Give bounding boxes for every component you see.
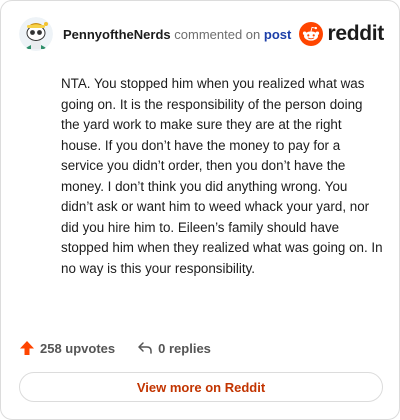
reddit-logo-icon: [299, 22, 324, 46]
post-link[interactable]: post: [264, 27, 291, 42]
comment-header: PennyoftheNerds commented on post reddit: [19, 15, 384, 53]
action-text: commented on: [174, 26, 261, 42]
snoo-avatar-icon: [19, 17, 53, 51]
reply-button[interactable]: 0 replies: [137, 340, 211, 356]
reddit-brand[interactable]: reddit: [299, 22, 384, 46]
upvote-count: 258 upvotes: [40, 340, 116, 356]
brand-wordmark: reddit: [327, 22, 384, 45]
upvote-arrow-icon: [20, 341, 34, 355]
comment-embed-card: PennyoftheNerds commented on post reddit…: [0, 0, 400, 420]
user-avatar[interactable]: [19, 17, 53, 51]
view-more-button[interactable]: View more on Reddit: [19, 372, 383, 402]
username[interactable]: PennyoftheNerds: [63, 27, 171, 42]
comment-footer: 258 upvotes 0 replies: [19, 337, 211, 359]
reply-arrow-icon: [138, 342, 152, 354]
upvote-button[interactable]: 258 upvotes: [19, 340, 115, 356]
comment-body: NTA. You stopped him when you realized w…: [61, 76, 383, 276]
byline: PennyoftheNerds commented on post: [63, 27, 299, 42]
reply-count: 0 replies: [158, 340, 211, 356]
